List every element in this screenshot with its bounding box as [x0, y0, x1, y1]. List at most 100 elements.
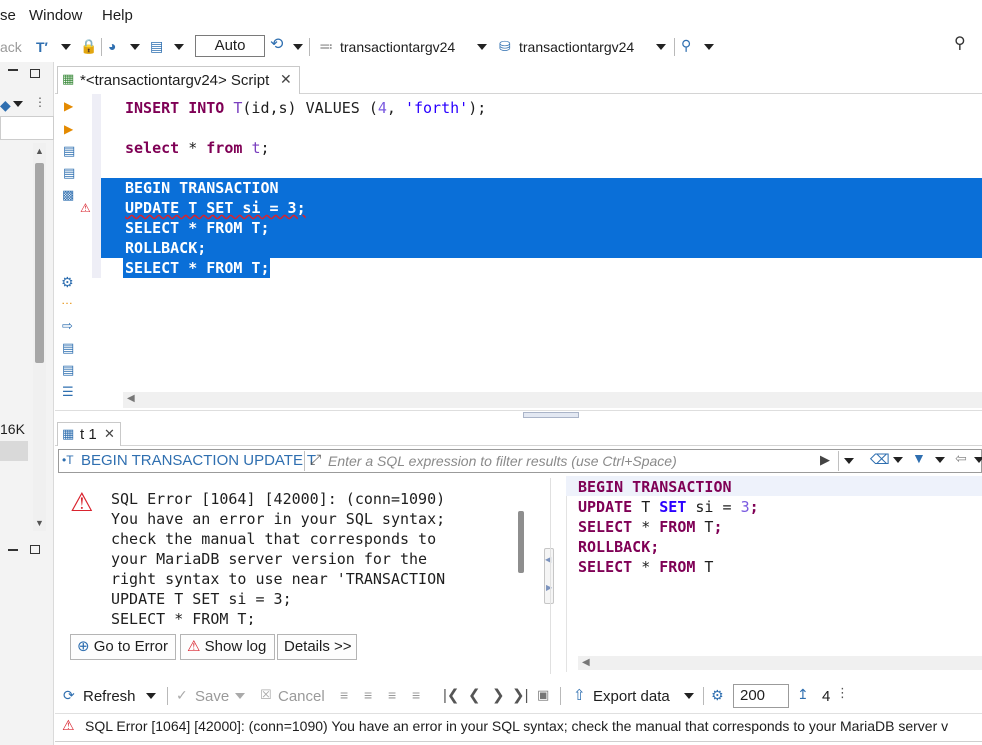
- apply-filter-icon[interactable]: ▶: [820, 452, 830, 468]
- terminal-icon[interactable]: ▩: [62, 187, 74, 203]
- editor-horizontal-scrollbar[interactable]: ◀: [123, 392, 982, 408]
- query-pane-horizontal-scrollbar[interactable]: ◀: [578, 656, 982, 670]
- toolbar-separator: [703, 687, 704, 705]
- details-button[interactable]: Details >>: [277, 634, 357, 660]
- menu-item-help[interactable]: Help: [102, 7, 133, 24]
- close-icon[interactable]: ✕: [280, 71, 292, 88]
- scroll-up-icon[interactable]: ▲: [35, 146, 44, 156]
- show-log-button[interactable]: ⚠ Show log: [180, 634, 275, 660]
- import-icon[interactable]: ⇨: [62, 318, 73, 334]
- refresh-icon[interactable]: ⟳: [63, 687, 75, 704]
- edit-icon[interactable]: ≡: [340, 687, 348, 703]
- transaction-icon[interactable]: T′: [36, 39, 48, 55]
- chevron-down-icon[interactable]: [235, 693, 245, 699]
- more-icon[interactable]: ⋮: [836, 685, 849, 701]
- chevron-down-icon[interactable]: [684, 693, 694, 699]
- navigator-scroll-thumb[interactable]: [35, 163, 44, 363]
- chevron-down-icon[interactable]: [704, 44, 714, 50]
- back-button[interactable]: ack: [0, 39, 22, 55]
- cancel-button[interactable]: Cancel: [278, 688, 325, 705]
- database-selector[interactable]: transactiontargv24: [519, 39, 634, 55]
- search-icon[interactable]: ⚲: [681, 37, 691, 53]
- execute-statement-icon[interactable]: ▶: [64, 99, 73, 113]
- commit-icon[interactable]: ▤: [150, 38, 163, 54]
- export-icon[interactable]: ⇧: [573, 686, 586, 704]
- explain-plan-icon[interactable]: ▤: [63, 143, 75, 159]
- fetch-all-icon[interactable]: ▣: [537, 687, 549, 703]
- settings-icon[interactable]: ⚙: [61, 274, 74, 291]
- pane-splitter-handle[interactable]: ◀ ▶: [544, 548, 554, 604]
- close-icon[interactable]: ✕: [104, 426, 115, 442]
- expand-icon[interactable]: ⤢: [310, 451, 321, 468]
- maximize-icon[interactable]: [30, 545, 40, 554]
- filter-history-dropdown[interactable]: [838, 451, 858, 471]
- export-icon[interactable]: ▤: [62, 340, 74, 356]
- minimize-icon[interactable]: [8, 69, 18, 71]
- history-icon[interactable]: ⟲: [270, 37, 283, 53]
- settings-icon[interactable]: ⚙: [711, 687, 724, 704]
- sql-line-1: BEGIN TRANSACTION: [578, 478, 732, 496]
- copy-row-icon[interactable]: ≡: [388, 687, 396, 703]
- chevron-down-icon[interactable]: [13, 101, 23, 107]
- menu-item-source[interactable]: se: [0, 7, 16, 24]
- outline-icon[interactable]: ☰: [62, 384, 74, 400]
- chevron-down-icon[interactable]: [974, 457, 982, 463]
- more-icon[interactable]: ⋮: [34, 95, 46, 109]
- cancel-icon[interactable]: ☒: [260, 687, 272, 703]
- maximize-icon[interactable]: [30, 69, 40, 78]
- script-icon: ▦: [62, 71, 75, 86]
- navigator-filter[interactable]: [0, 116, 54, 140]
- fetch-size-input[interactable]: 200: [733, 684, 789, 708]
- scroll-down-icon[interactable]: ▼: [35, 518, 44, 528]
- row-count-icon[interactable]: ↥: [797, 686, 809, 703]
- transaction-mode-box[interactable]: Auto: [195, 35, 265, 57]
- selected-navigator-row[interactable]: [0, 441, 28, 461]
- global-search-icon[interactable]: ⚲: [954, 36, 966, 52]
- export-data-button[interactable]: Export data: [593, 688, 670, 705]
- refresh-button[interactable]: Refresh: [83, 688, 136, 705]
- error-scrollbar-thumb[interactable]: [518, 511, 524, 573]
- previous-page-icon[interactable]: ❮: [468, 686, 481, 704]
- chevron-down-icon[interactable]: [174, 44, 184, 50]
- tab-script[interactable]: ▦ *<transactiontargv24> Script ✕: [57, 66, 300, 94]
- menu-item-window[interactable]: Window: [29, 7, 82, 24]
- last-page-icon[interactable]: ❯|: [512, 686, 528, 704]
- chevron-down-icon[interactable]: [656, 44, 666, 50]
- query-label[interactable]: BEGIN TRANSACTION UPDATE T: [81, 452, 316, 469]
- sql-line-3: SELECT * FROM T;: [578, 518, 723, 536]
- scroll-left-icon[interactable]: ◀: [127, 393, 135, 404]
- scroll-left-icon[interactable]: ◀: [582, 657, 590, 668]
- connection-selector[interactable]: transactiontargv24: [340, 39, 455, 55]
- chevron-down-icon[interactable]: [61, 44, 71, 50]
- size-label: 16K: [0, 421, 25, 437]
- chevron-down-icon[interactable]: [477, 44, 487, 50]
- lock-icon[interactable]: 🔒: [80, 38, 97, 54]
- filter-icon[interactable]: ▼: [912, 450, 926, 466]
- delete-row-icon[interactable]: ≡: [412, 687, 420, 703]
- load-plan-icon[interactable]: ▤: [63, 165, 75, 181]
- save-icon[interactable]: ✓: [176, 687, 188, 704]
- chevron-down-icon[interactable]: [935, 457, 945, 463]
- back-arrow-icon[interactable]: ⇦: [955, 450, 967, 467]
- gauge-icon[interactable]: ◕: [108, 38, 116, 54]
- chevron-down-icon[interactable]: [130, 44, 140, 50]
- format-icon[interactable]: ▤: [62, 362, 74, 378]
- code-line-select-upper-2: SELECT * FROM T;: [125, 259, 270, 277]
- filter-input[interactable]: Enter a SQL expression to filter results…: [328, 453, 677, 469]
- first-page-icon[interactable]: |❮: [443, 686, 459, 704]
- chevron-down-icon[interactable]: [146, 693, 156, 699]
- eraser-icon[interactable]: ⌫: [870, 451, 890, 468]
- tab-results-t1[interactable]: ▦ t 1 ✕: [57, 422, 121, 446]
- next-page-icon[interactable]: ❯: [492, 686, 505, 704]
- go-to-error-button[interactable]: ⊕ Go to Error: [70, 634, 176, 660]
- code-line-insert: INSERT INTO T(id,s) VALUES (4, 'forth');: [125, 99, 487, 117]
- splitter-handle[interactable]: [523, 412, 579, 418]
- minimize-icon[interactable]: [8, 549, 18, 551]
- save-button[interactable]: Save: [195, 688, 229, 705]
- execute-script-icon[interactable]: ▶: [64, 122, 73, 136]
- add-row-icon[interactable]: ≡: [364, 687, 372, 703]
- chevron-down-icon[interactable]: [893, 457, 903, 463]
- chevron-down-icon[interactable]: [293, 44, 303, 50]
- navigator-tool-icon[interactable]: ◆: [0, 97, 11, 114]
- editor-results-splitter[interactable]: [55, 410, 982, 418]
